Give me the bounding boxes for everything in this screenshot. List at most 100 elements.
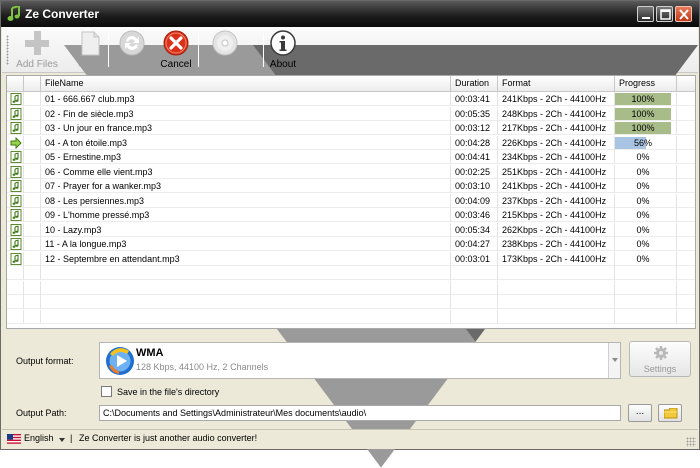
browse-button[interactable]: ...: [628, 404, 652, 422]
row-filename: 11 - A la longue.mp3: [41, 237, 451, 251]
header-format[interactable]: Format: [498, 76, 615, 92]
row-format: 241Kbps - 2Ch - 44100Hz: [498, 179, 615, 193]
title-bar[interactable]: Ze Converter: [1, 1, 699, 27]
resize-grip[interactable]: [686, 437, 696, 447]
row-filename: 04 - A ton étoile.mp3: [41, 135, 451, 150]
maximize-button[interactable]: [656, 6, 673, 22]
header-icon-column[interactable]: [7, 76, 24, 92]
music-file-icon: [10, 209, 22, 222]
clear-button[interactable]: Clear: [74, 29, 106, 71]
gear-icon: [654, 346, 668, 360]
settings-button[interactable]: Settings: [629, 341, 691, 377]
row-icon-cell: [7, 150, 24, 164]
row-icon-cell: [7, 309, 24, 324]
header-blank-column[interactable]: [24, 76, 41, 92]
header-filename[interactable]: FileName: [41, 76, 451, 92]
table-row[interactable]: 07 - Prayer for a wanker.mp3 00:03:10 241K…: [7, 179, 695, 193]
convert-arrows-icon: [119, 30, 145, 56]
close-window-button[interactable]: [675, 6, 692, 22]
row-icon-cell: [7, 266, 24, 280]
header-progress[interactable]: Progress: [615, 76, 677, 92]
row-duration: 00:02:25: [451, 164, 498, 179]
row-blank-cell: [24, 135, 41, 150]
row-filename: 12 - Septembre en attendant.mp3: [41, 251, 451, 266]
clear-label: Clear: [78, 59, 102, 70]
row-blank-cell: [24, 179, 41, 193]
status-separator: |: [70, 433, 73, 443]
row-blank-cell: [24, 309, 41, 324]
progress-label: 100%: [631, 108, 655, 119]
table-row[interactable]: [7, 266, 695, 280]
chevron-down-icon: [612, 358, 618, 362]
table-row[interactable]: [7, 295, 695, 309]
row-blank-cell: [24, 266, 41, 280]
toolbar-grip[interactable]: [6, 35, 9, 65]
table-row[interactable]: 10 - Lazy.mp3 00:05:34 262Kbps - 2Ch - 441…: [7, 222, 695, 237]
cd-ripper-button[interactable]: CD Ripper: [202, 29, 249, 71]
row-duration: 00:03:41: [451, 92, 498, 106]
table-row[interactable]: 11 - A la longue.mp3 00:04:27 238Kbps - 2C…: [7, 237, 695, 251]
table-row[interactable]: [7, 309, 695, 324]
header-duration[interactable]: Duration: [451, 76, 498, 92]
save-in-directory-checkbox[interactable]: [101, 386, 112, 397]
about-button[interactable]: About: [267, 29, 299, 71]
row-blank-cell: [24, 222, 41, 237]
info-icon: [270, 30, 296, 56]
open-folder-button[interactable]: [658, 404, 682, 422]
language-dropdown-icon[interactable]: [59, 438, 65, 442]
folder-icon: [664, 408, 678, 419]
table-row[interactable]: 08 - Les persiennes.mp3 00:04:09 237Kbps -…: [7, 193, 695, 208]
arrow-right-icon: [10, 136, 22, 150]
progress-label: 100%: [631, 94, 655, 104]
row-progress-cell: [615, 295, 677, 309]
format-dropdown-button[interactable]: [608, 343, 620, 378]
toolbar: Add Files Clear Convert Cancel CD Ripper…: [2, 27, 698, 468]
row-format: 226Kbps - 2Ch - 44100Hz: [498, 135, 615, 150]
music-file-icon: [10, 252, 22, 266]
table-row[interactable]: 05 - Ernestine.mp3 00:04:41 234Kbps - 2Ch …: [7, 150, 695, 164]
row-progress-cell: [615, 266, 677, 280]
row-blank-cell: [24, 150, 41, 164]
save-in-directory-label[interactable]: Save in the file's directory: [117, 387, 219, 397]
row-filename: 07 - Prayer for a wanker.mp3: [41, 179, 451, 193]
toolbar-separator: [263, 33, 264, 67]
format-name: WMA: [136, 347, 164, 359]
table-row[interactable]: 09 - L'homme pressé.mp3 00:03:46 215Kbps -…: [7, 208, 695, 222]
row-icon-cell: [7, 295, 24, 309]
table-row[interactable]: 02 - Fin de siècle.mp3 00:05:35 248Kbps - …: [7, 106, 695, 121]
output-format-select[interactable]: WMA 128 Kbps, 44100 Hz, 2 Channels: [99, 342, 621, 379]
progress-label: 56%: [633, 137, 652, 148]
document-icon: [81, 31, 100, 56]
output-path-field[interactable]: C:\Documents and Settings\Administrateur…: [99, 405, 621, 421]
us-flag-icon: [7, 434, 21, 444]
table-row[interactable]: [7, 280, 695, 295]
row-duration: 00:05:35: [451, 106, 498, 121]
row-filename: [41, 295, 451, 309]
table-row[interactable]: 03 - Un jour en france.mp3 00:03:12 217Kbp…: [7, 121, 695, 135]
table-row[interactable]: 06 - Comme elle vient.mp3 00:02:25 251Kbps…: [7, 164, 695, 179]
table-row[interactable]: 12 - Septembre en attendant.mp3 00:03:01 1…: [7, 251, 695, 266]
progress-label: 0%: [636, 152, 650, 162]
status-bar: English | Ze Converter is just another a…: [2, 429, 698, 449]
row-blank-cell: [24, 106, 41, 121]
row-filename: 09 - L'homme pressé.mp3: [41, 208, 451, 222]
row-filename: 02 - Fin de siècle.mp3: [41, 106, 451, 121]
cancel-button[interactable]: Cancel: [158, 29, 194, 71]
cancel-label: Cancel: [160, 59, 192, 70]
cancel-icon: [163, 30, 189, 56]
row-format: 217Kbps - 2Ch - 44100Hz: [498, 121, 615, 135]
add-files-label: Add Files: [16, 59, 58, 70]
language-selector[interactable]: English: [24, 433, 54, 443]
file-list-header: FileName Duration Format Progress: [7, 76, 695, 92]
table-row[interactable]: 01 - 666.667 club.mp3 00:03:41 241Kbps - 2…: [7, 92, 695, 106]
table-row[interactable]: 04 - A ton étoile.mp3 00:04:28 226Kbps - 2…: [7, 135, 695, 150]
row-blank-cell: [24, 280, 41, 295]
row-icon-cell: [7, 92, 24, 106]
add-files-button[interactable]: Add Files: [12, 29, 62, 71]
progress-bar: 0%: [615, 224, 671, 236]
settings-label: Settings: [643, 364, 677, 374]
progress-bar: 100%: [615, 93, 671, 105]
convert-button[interactable]: Convert: [112, 29, 152, 71]
minimize-button[interactable]: [637, 6, 654, 22]
file-list[interactable]: FileName Duration Format Progress 01 - 6…: [6, 75, 696, 329]
